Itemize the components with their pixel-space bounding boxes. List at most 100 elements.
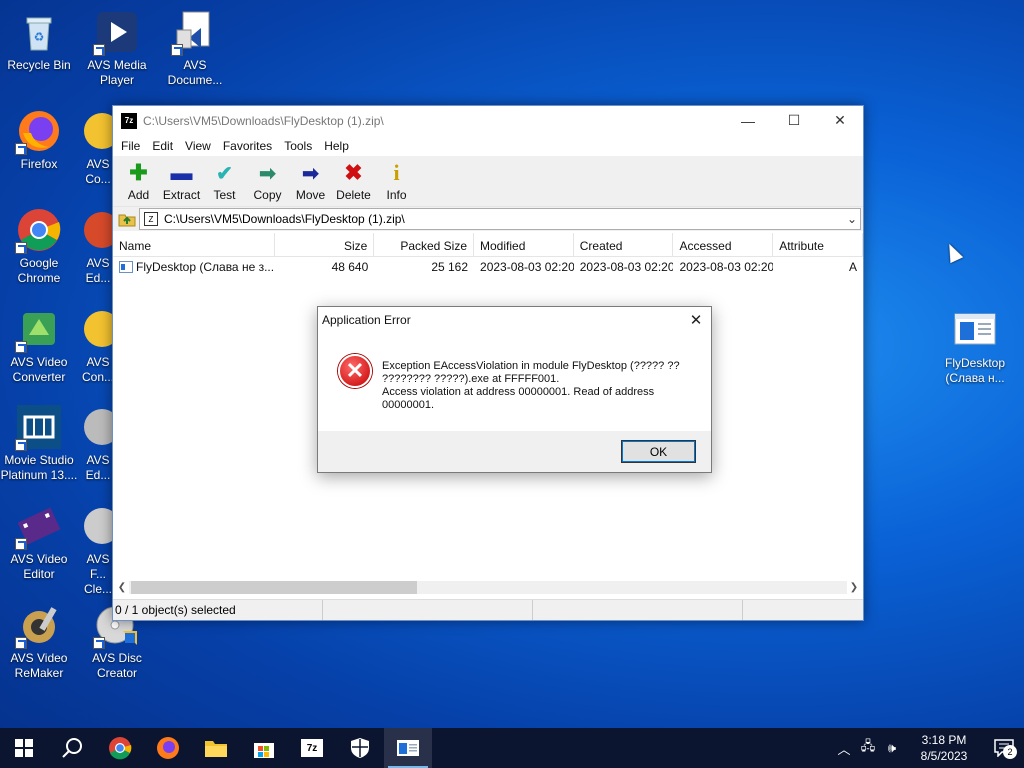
dialog-message-line2: Access violation at address 00000001. Re…: [382, 386, 655, 411]
status-text: 0 / 1 object(s) selected: [113, 600, 323, 620]
avs-video-editor-icon: [15, 502, 63, 550]
info-icon: i: [393, 160, 400, 185]
menu-file[interactable]: File: [115, 139, 146, 153]
info-button[interactable]: i Info: [375, 158, 418, 206]
shortcut-arrow-icon: [93, 637, 105, 649]
column-header-attribute[interactable]: Attribute: [773, 233, 863, 256]
mouse-cursor-icon: [942, 240, 964, 264]
menu-tools[interactable]: Tools: [278, 139, 318, 153]
scroll-thumb[interactable]: [131, 581, 417, 594]
scroll-left-icon[interactable]: ❮: [115, 582, 129, 593]
address-input[interactable]: Z C:\Users\VM5\Downloads\FlyDesktop (1).…: [139, 208, 861, 230]
taskbar-security[interactable]: [336, 728, 384, 768]
taskbar-chrome[interactable]: [96, 728, 144, 768]
desktop-icon-recycle-bin[interactable]: ♻ Recycle Bin: [0, 8, 78, 73]
network-icon[interactable]: 🖧: [856, 737, 880, 759]
dialog-message-line1: Exception EAccessViolation in module Fly…: [382, 360, 680, 385]
row-packed-size: 25 162: [431, 260, 469, 274]
delete-button[interactable]: ✖ Delete: [332, 158, 375, 206]
desktop-icon-flydesktop[interactable]: FlyDesktop (Слава н...: [936, 306, 1014, 386]
desktop-icon-label: Google Chrome: [17, 256, 61, 285]
volume-icon[interactable]: 🕪: [880, 740, 904, 756]
taskbar-firefox[interactable]: [144, 728, 192, 768]
extract-button[interactable]: ▬ Extract: [160, 158, 203, 206]
desktop-icon-firefox[interactable]: Firefox: [0, 107, 78, 172]
dialog-footer: OK: [318, 431, 711, 472]
delete-icon: ✖: [344, 160, 363, 185]
desktop-icon-avs-video-converter[interactable]: AVS Video Converter: [0, 305, 78, 385]
add-label: Add: [127, 188, 150, 202]
extract-icon: ▬: [170, 160, 193, 185]
move-button[interactable]: ➡ Move: [289, 158, 332, 206]
column-header-created[interactable]: Created: [574, 233, 674, 256]
copy-button[interactable]: ➡ Copy: [246, 158, 289, 206]
desktop-icon-label: FlyDesktop (Слава н...: [944, 356, 1006, 385]
scroll-right-icon[interactable]: ❯: [847, 582, 861, 593]
folder-up-button[interactable]: [115, 208, 139, 230]
minimize-button[interactable]: —: [725, 106, 771, 135]
table-row[interactable]: FlyDesktop (Слава не з... 48 640 25 162 …: [113, 257, 863, 277]
dialog-close-button[interactable]: ✕: [681, 311, 711, 329]
menu-edit[interactable]: Edit: [146, 139, 179, 153]
shortcut-arrow-icon: [15, 143, 27, 155]
status-segment: [323, 600, 533, 620]
copy-label: Copy: [253, 188, 282, 202]
shortcut-arrow-icon: [15, 439, 27, 451]
desktop-icon-avs-video-editor[interactable]: AVS Video Editor: [0, 502, 78, 582]
desktop-icon-chrome[interactable]: Google Chrome: [0, 206, 78, 286]
horizontal-scrollbar[interactable]: ❮ ❯: [115, 579, 861, 596]
scroll-track[interactable]: [129, 581, 847, 594]
info-label: Info: [386, 188, 407, 202]
7zip-app-icon: 7z: [121, 112, 137, 129]
desktop-icon-avs-media-player[interactable]: AVS Media Player: [78, 8, 156, 88]
menu-help[interactable]: Help: [318, 139, 355, 153]
desktop-icon-avs-document-converter[interactable]: AVS Docume...: [156, 8, 234, 88]
search-button[interactable]: [48, 728, 96, 768]
desktop-icon-label: AVS Media Player: [87, 58, 147, 87]
chevron-down-icon[interactable]: ⌄: [844, 212, 860, 226]
menu-view[interactable]: View: [179, 139, 217, 153]
status-bar: 0 / 1 object(s) selected: [113, 599, 863, 620]
store-icon: [254, 743, 274, 758]
toolbar: ✚ Add ▬ Extract ✔ Test ➡ Copy ➡ Move ✖ Delete …: [113, 156, 863, 207]
shortcut-arrow-icon: [15, 242, 27, 254]
desktop-icon-movie-studio[interactable]: Movie Studio Platinum 13....: [0, 403, 78, 483]
desktop-icon-label: AVS Video Editor: [10, 552, 68, 581]
firefox-icon: [15, 107, 63, 155]
shortcut-arrow-icon: [93, 44, 105, 56]
dialog-message: Exception EAccessViolation in module Fly…: [382, 354, 692, 431]
avs-media-player-icon: [93, 8, 141, 56]
taskbar-file-explorer[interactable]: [192, 728, 240, 768]
add-button[interactable]: ✚ Add: [117, 158, 160, 206]
window-titlebar[interactable]: 7z C:\Users\VM5\Downloads\FlyDesktop (1)…: [113, 106, 863, 135]
column-header-size[interactable]: Size: [275, 233, 375, 256]
desktop-icon-avs-video-remaker[interactable]: AVS Video ReMaker: [0, 601, 78, 681]
column-header-name[interactable]: Name: [113, 233, 275, 256]
application-error-dialog: Application Error ✕ ✕ Exception EAccessV…: [317, 306, 712, 473]
taskbar-7zip[interactable]: 7z: [288, 728, 336, 768]
row-attribute: A: [848, 260, 857, 274]
row-accessed: 2023-08-03 02:20: [679, 260, 774, 274]
desktop-icon-label: AVS Disc Creator: [92, 651, 142, 680]
chevron-up-icon[interactable]: ︿: [832, 739, 856, 758]
desktop-icon-label: Firefox: [20, 157, 58, 171]
menu-favorites[interactable]: Favorites: [217, 139, 278, 153]
folder-icon: [205, 741, 227, 757]
chrome-icon: [109, 737, 132, 760]
test-button[interactable]: ✔ Test: [203, 158, 246, 206]
ok-button[interactable]: OK: [621, 440, 696, 463]
column-header-packed-size[interactable]: Packed Size: [374, 233, 475, 256]
notification-button[interactable]: 2: [984, 728, 1024, 768]
column-header-accessed[interactable]: Accessed: [673, 233, 774, 256]
clock[interactable]: 3:18 PM 8/5/2023: [904, 732, 984, 764]
taskbar-store[interactable]: [240, 728, 288, 768]
taskbar-flydesktop[interactable]: [384, 728, 432, 768]
dialog-body: ✕ Exception EAccessViolation in module F…: [318, 332, 711, 431]
column-header-modified[interactable]: Modified: [474, 233, 574, 256]
dialog-titlebar[interactable]: Application Error ✕: [318, 307, 711, 332]
archive-icon: Z: [144, 212, 158, 226]
start-button[interactable]: [0, 728, 48, 768]
close-button[interactable]: ✕: [817, 106, 863, 135]
dialog-title: Application Error: [322, 312, 411, 327]
maximize-button[interactable]: ☐: [771, 106, 817, 135]
